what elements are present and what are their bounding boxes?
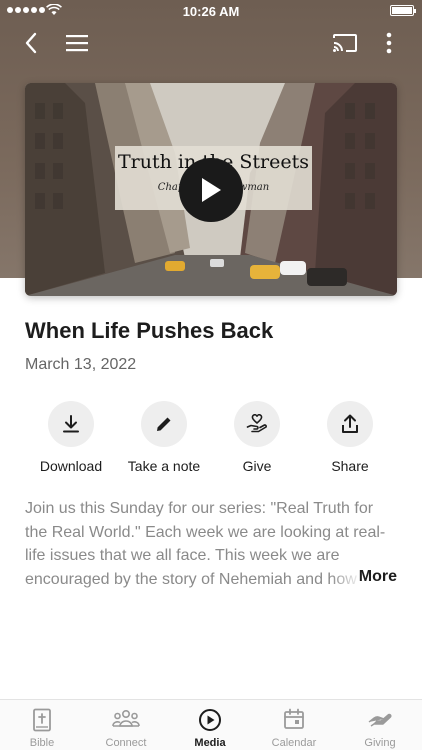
download-button[interactable]: Download xyxy=(21,401,121,474)
pencil-icon xyxy=(157,417,171,431)
video-player[interactable]: Truth in the Streets Chaplain ... Bouwma… xyxy=(25,83,397,296)
give-label: Give xyxy=(242,458,272,474)
share-icon xyxy=(342,414,358,433)
tab-media-label: Media xyxy=(194,737,226,749)
take-note-button[interactable]: Take a note xyxy=(114,401,214,474)
people-icon xyxy=(112,709,140,727)
back-button[interactable] xyxy=(14,26,48,60)
navigation-bar xyxy=(0,26,422,60)
battery-icon xyxy=(390,5,416,16)
calendar-icon xyxy=(284,708,304,729)
tab-giving-label: Giving xyxy=(364,737,396,749)
download-icon xyxy=(63,415,79,433)
tab-giving[interactable]: Giving xyxy=(338,700,422,750)
bible-icon xyxy=(33,708,51,732)
giving-hand-icon xyxy=(368,713,392,727)
hamburger-menu-icon xyxy=(66,35,88,52)
more-options-button[interactable] xyxy=(372,26,406,60)
download-button-circle xyxy=(48,401,94,447)
tab-connect-label: Connect xyxy=(105,737,147,749)
tab-calendar[interactable]: Calendar xyxy=(252,700,336,750)
cast-button[interactable] xyxy=(328,26,362,60)
bottom-tab-bar: Bible Connect Media Calendar Giving xyxy=(0,699,422,750)
take-note-label: Take a note xyxy=(127,458,201,474)
play-icon xyxy=(202,178,221,202)
more-link[interactable]: More xyxy=(359,568,397,586)
sermon-title: When Life Pushes Back xyxy=(25,318,274,343)
play-button[interactable] xyxy=(179,158,243,222)
tab-calendar-label: Calendar xyxy=(271,737,317,749)
tab-bible-label: Bible xyxy=(29,737,55,749)
more-vertical-icon xyxy=(386,32,392,54)
tab-bible[interactable]: Bible xyxy=(0,700,84,750)
back-arrow-icon xyxy=(25,32,37,54)
status-time: 10:26 AM xyxy=(182,4,240,19)
sermon-date: March 13, 2022 xyxy=(25,356,137,373)
share-label: Share xyxy=(331,458,369,474)
tab-connect[interactable]: Connect xyxy=(84,700,168,750)
play-circle-icon xyxy=(199,709,221,731)
take-note-button-circle xyxy=(141,401,187,447)
cast-icon xyxy=(333,34,357,52)
download-label: Download xyxy=(39,458,103,474)
heart-hand-icon xyxy=(246,414,267,433)
give-button-circle xyxy=(234,401,280,447)
share-button[interactable]: Share xyxy=(300,401,400,474)
status-bar: 10:26 AM xyxy=(0,0,422,22)
tab-media[interactable]: Media xyxy=(168,700,252,750)
give-button[interactable]: Give xyxy=(207,401,307,474)
share-button-circle xyxy=(327,401,373,447)
menu-button[interactable] xyxy=(60,26,94,60)
